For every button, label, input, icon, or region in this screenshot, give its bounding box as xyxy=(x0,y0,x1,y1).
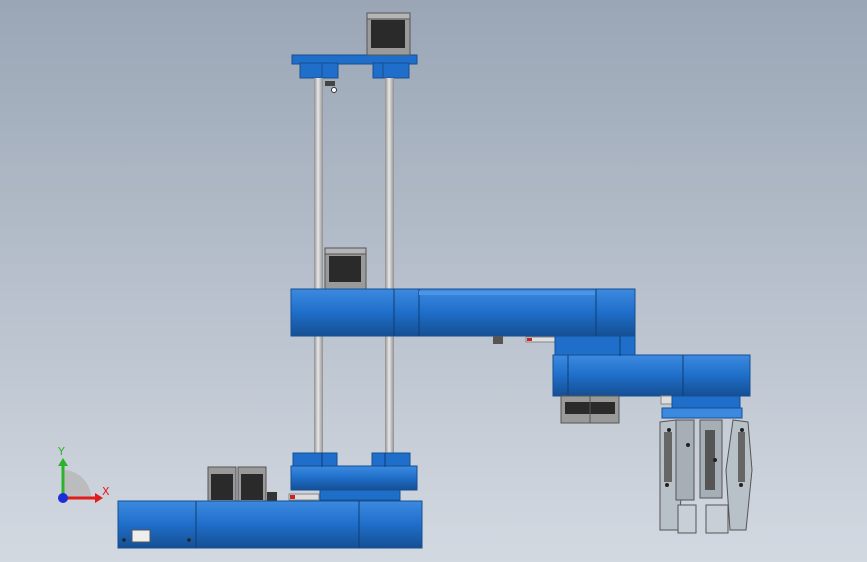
middle-stepper-motor[interactable] xyxy=(324,247,367,290)
base-stepper-motor-left[interactable] xyxy=(207,466,237,502)
elbow-stepper-motor[interactable] xyxy=(560,395,620,424)
base-plate[interactable] xyxy=(117,500,423,549)
gripper[interactable] xyxy=(659,419,753,534)
top-stepper-motor[interactable] xyxy=(366,12,411,56)
cad-viewport[interactable]: X Y xyxy=(0,0,867,562)
scara-robot-model: X Y xyxy=(0,0,867,562)
x-axis-label: X xyxy=(102,485,110,498)
z-axis-dot xyxy=(58,493,68,503)
guide-rod-left xyxy=(314,78,323,456)
gripper-mount[interactable] xyxy=(660,395,743,419)
guide-rod-right xyxy=(385,78,394,456)
y-axis-label: Y xyxy=(57,445,65,458)
base-stepper-motor-right[interactable] xyxy=(237,466,267,502)
main-arm[interactable] xyxy=(290,288,636,337)
